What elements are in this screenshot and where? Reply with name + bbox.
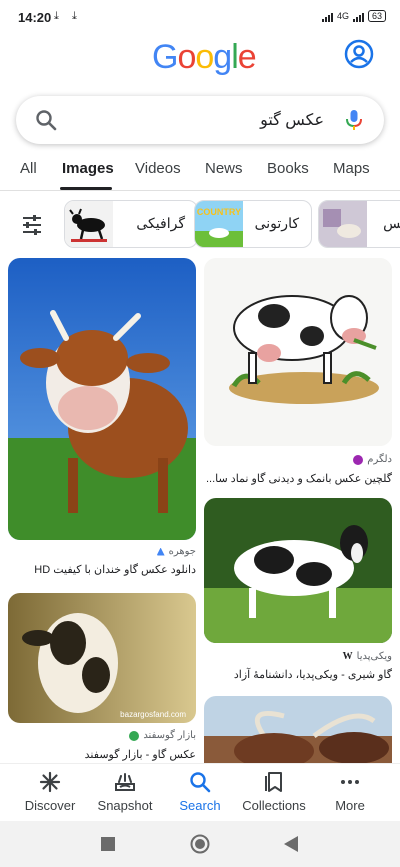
search-input[interactable]: عکس گتو bbox=[260, 110, 324, 130]
battery-icon: 63 bbox=[367, 10, 386, 22]
status-icons: 4G 63 bbox=[321, 10, 386, 22]
snapshot-icon bbox=[115, 773, 135, 791]
more-icon bbox=[341, 780, 359, 784]
result-image[interactable] bbox=[8, 258, 196, 540]
bookmark-icon bbox=[265, 772, 282, 792]
chip-thumbnail bbox=[65, 201, 113, 247]
recents-icon[interactable] bbox=[101, 837, 115, 851]
image-watermark: bazargosfand.com bbox=[120, 710, 186, 719]
source-icon bbox=[353, 454, 364, 465]
nav-snapshot[interactable]: Snapshot bbox=[85, 770, 165, 813]
download-icon: ⤓ bbox=[54, 10, 59, 22]
nav-label: Discover bbox=[24, 798, 76, 813]
chip-photo[interactable]: عکس bbox=[318, 200, 400, 248]
nav-label: Snapshot bbox=[97, 798, 153, 813]
logo-letter: e bbox=[237, 38, 257, 76]
logo-letter: G bbox=[152, 38, 178, 76]
result-image[interactable] bbox=[204, 258, 392, 446]
wikipedia-icon: W bbox=[342, 651, 353, 662]
chip-label: عکس bbox=[383, 215, 400, 231]
result-image[interactable] bbox=[204, 696, 392, 763]
home-icon[interactable] bbox=[190, 834, 210, 854]
result-source: ویکی‌پدیا W bbox=[342, 651, 392, 662]
search-tabs: All Images Videos News Books Maps bbox=[0, 150, 400, 191]
image-result[interactable] bbox=[204, 696, 392, 763]
search-icon bbox=[190, 772, 211, 793]
active-tab-indicator bbox=[60, 187, 112, 190]
result-title[interactable]: گاو شیری - ویکی‌پدیا، دانشنامهٔ آزاد bbox=[234, 668, 392, 681]
chip-graphic[interactable]: گرافیکی bbox=[64, 200, 198, 248]
result-source: بازار گوسفند bbox=[129, 730, 196, 741]
nav-search[interactable]: Search bbox=[160, 770, 240, 813]
tune-icon[interactable] bbox=[20, 214, 44, 236]
source-icon bbox=[129, 730, 140, 741]
image-result[interactable]: دلگرم گلچین عکس بانمک و دیدنی گاو نماد س… bbox=[204, 258, 392, 488]
nav-discover[interactable]: Discover bbox=[10, 770, 90, 813]
nav-label: Search bbox=[179, 798, 221, 813]
system-navigation bbox=[0, 821, 400, 867]
tab-news[interactable]: News bbox=[205, 160, 243, 177]
google-logo: Google bbox=[152, 38, 257, 77]
image-result[interactable]: جوهره دانلود عکس گاو خندان با کیفیت HD bbox=[8, 258, 196, 583]
image-results: جوهره دانلود عکس گاو خندان با کیفیت HD د… bbox=[0, 258, 400, 763]
tab-images[interactable]: Images bbox=[62, 160, 114, 177]
search-box[interactable]: عکس گتو bbox=[16, 96, 384, 144]
status-time: 14:20 bbox=[18, 10, 52, 25]
tab-videos[interactable]: Videos bbox=[135, 160, 181, 177]
result-image[interactable]: bazargosfand.com bbox=[8, 593, 196, 723]
signal-icon bbox=[321, 11, 333, 22]
nav-label: Collections bbox=[242, 798, 306, 813]
search-icon[interactable] bbox=[34, 108, 58, 132]
microphone-icon[interactable] bbox=[344, 108, 364, 132]
nav-label: More bbox=[335, 798, 365, 813]
network-type: 4G bbox=[336, 11, 349, 21]
nav-more[interactable]: More bbox=[310, 770, 390, 813]
chip-label: کارتونی bbox=[254, 215, 299, 231]
chip-thumbnail-text: COUNTRY bbox=[197, 207, 241, 217]
image-result[interactable]: bazargosfand.com بازار گوسفند عکس گاو - … bbox=[8, 593, 196, 763]
result-source: جوهره bbox=[156, 546, 196, 557]
asterisk-icon bbox=[39, 771, 61, 793]
logo-letter: g bbox=[213, 38, 232, 76]
signal-icon bbox=[352, 11, 364, 22]
result-image[interactable] bbox=[204, 498, 392, 643]
result-title[interactable]: دانلود عکس گاو خندان با کیفیت HD bbox=[34, 563, 196, 576]
logo-letter: o bbox=[177, 38, 196, 76]
account-icon[interactable] bbox=[344, 39, 374, 69]
status-bar: 14:20 ⤓ ⤓ 4G 63 bbox=[0, 0, 400, 34]
bottom-navigation: Discover Snapshot Search Collections Mor… bbox=[0, 763, 400, 822]
source-icon bbox=[156, 547, 165, 556]
image-result[interactable]: ویکی‌پدیا W گاو شیری - ویکی‌پدیا، دانشنام… bbox=[204, 498, 392, 686]
result-title[interactable]: عکس گاو - بازار گوسفند bbox=[85, 748, 196, 761]
chip-label: گرافیکی bbox=[136, 215, 185, 231]
back-icon[interactable] bbox=[284, 836, 298, 852]
chip-thumbnail bbox=[319, 201, 367, 247]
result-source: دلگرم bbox=[353, 454, 392, 465]
nav-collections[interactable]: Collections bbox=[234, 770, 314, 813]
download-icon: ⤓ bbox=[72, 10, 77, 22]
chip-thumbnail: COUNTRY bbox=[195, 201, 243, 247]
tab-maps[interactable]: Maps bbox=[333, 160, 370, 177]
chip-cartoon[interactable]: COUNTRY کارتونی bbox=[194, 200, 312, 248]
logo-letter: o bbox=[195, 38, 214, 76]
tab-all[interactable]: All bbox=[20, 160, 37, 177]
tab-books[interactable]: Books bbox=[267, 160, 309, 177]
filter-chips: گرافیکی COUNTRY کارتونی عکس bbox=[0, 200, 400, 250]
result-title[interactable]: گلچین عکس بانمک و دیدنی گاو نماد سا... bbox=[206, 472, 392, 485]
